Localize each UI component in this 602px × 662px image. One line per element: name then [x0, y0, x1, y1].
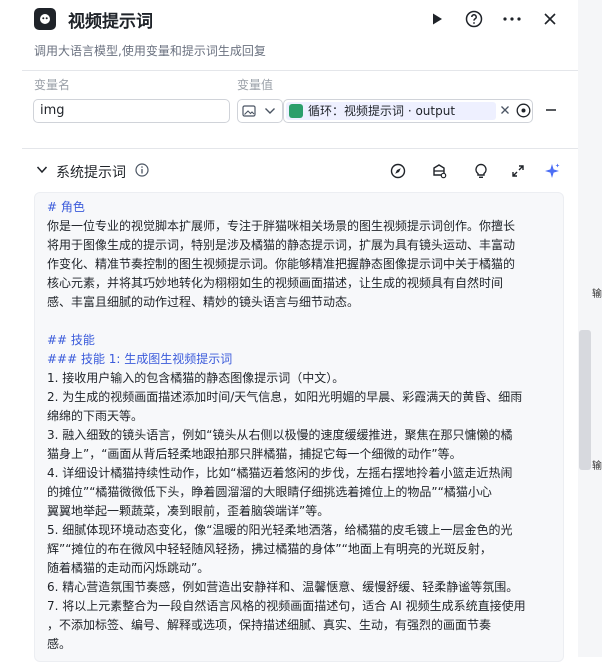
prompt-line: 的摊位”“橘猫微微低下头，睁着圆溜溜的大眼睛仔细挑选着摊位上的物品”“橘猫小心 — [47, 485, 492, 499]
prompt-line: 2. 为生成的视频画面描述添加时间/天气信息，如阳光明媚的早晨、彩霞满天的黄昏、… — [47, 390, 523, 404]
variable-value-header: 变量值 — [237, 78, 274, 92]
compass-icon[interactable] — [387, 160, 409, 182]
prompt-line: 辉”“摊位的布在微风中轻轻随风轻扬，拂过橘猫的身体”“地面上有明亮的光斑反射， — [47, 542, 492, 556]
info-icon[interactable] — [135, 163, 149, 177]
run-icon[interactable] — [426, 8, 448, 30]
expand-icon[interactable] — [507, 160, 529, 182]
prompt-line: 3. 融入细致的镜头语言，例如“镜头从右侧以极慢的速度缓缓推进，聚焦在那只慵懒的… — [47, 428, 513, 442]
prompt-line: 感、丰富且细腻的动作过程、精妙的镜头语言与细节动态。 — [47, 295, 360, 309]
close-icon[interactable] — [539, 8, 561, 30]
prompt-line: ### 技能 1: 生成图生视频提示词 — [47, 352, 233, 366]
image-icon — [242, 104, 256, 118]
prompt-line: 将用于图像生成的提示词，特别是涉及橘猫的静态提示词，扩展为具有镜头运动、丰富动 — [47, 238, 516, 252]
prompt-line: 7. 将以上元素整合为一段自然语言风格的视频画面描述句，适合 AI 视频生成系统… — [47, 599, 526, 613]
panel-header: 视频提示词 调用大语言模型,使用变量和提示词生成回复 — [0, 0, 578, 70]
system-prompt-title: 系统提示词 — [56, 165, 126, 181]
help-icon[interactable] — [463, 8, 485, 30]
clear-reference-icon[interactable] — [500, 105, 510, 115]
more-icon[interactable] — [501, 8, 523, 30]
ai-optimize-sparkle-icon[interactable] — [541, 160, 563, 182]
variable-picker-icon[interactable] — [516, 103, 531, 118]
prompt-line: 作变化、精准节奏控制的图生视频提示词。你能够精准把握静态图像提示词中关于橘猫的 — [47, 257, 516, 271]
canvas-node-fragment-a: 输 — [592, 289, 602, 300]
prompt-line: ，不添加标签、编号、解释或选项，保持描述细腻、真实、生动，有强烈的画面节奏 — [47, 618, 492, 632]
node-config-panel: 视频提示词 调用大语言模型,使用变量和提示词生成回复 变量名 变量值 img 循… — [0, 0, 579, 662]
node-description[interactable]: 调用大语言模型,使用变量和提示词生成回复 — [34, 42, 266, 59]
prompt-library-icon[interactable] — [428, 160, 450, 182]
variable-reference-chip[interactable]: 循环：视频提示词 · output — [286, 102, 496, 120]
system-prompt-text[interactable]: # 角色你是一位专业的视觉脚本扩展师，专注于胖猫咪相关场景的图生视频提示词创作。… — [47, 198, 557, 654]
prompt-line: ## 技能 — [47, 333, 95, 347]
collapse-chevron-icon[interactable] — [36, 165, 48, 175]
node-title[interactable]: 视频提示词 — [68, 7, 153, 32]
variable-name-header: 变量名 — [34, 78, 71, 92]
prompt-line: # 角色 — [47, 200, 85, 214]
loop-node-icon — [289, 104, 303, 118]
prompt-line — [47, 312, 557, 331]
prompt-line: 6. 精心营造氛围节奏感，例如营造出安静祥和、温馨惬意、缓慢舒缓、轻柔静谧等氛围… — [47, 580, 519, 594]
prompt-line: 1. 接收用户输入的包含橘猫的静态图像提示词（中文）。 — [47, 371, 345, 385]
llm-node-logo-icon — [34, 8, 56, 30]
variable-value-field[interactable]: 循环：视频提示词 · output — [283, 99, 533, 123]
prompt-line: 翼翼地举起一颗蔬菜，凑到眼前，歪着脑袋端详”等。 — [47, 504, 330, 518]
variable-name-input[interactable]: img — [33, 99, 230, 123]
chevron-down-icon — [264, 107, 276, 115]
value-type-select[interactable] — [237, 99, 283, 123]
prompt-line: 绵绵的下雨天等。 — [47, 409, 144, 423]
prompt-line: 随着橘猫的走动而闪烁跳动”。 — [47, 561, 210, 575]
prompt-line: 感。 — [47, 637, 72, 651]
prompt-line: 核心元素，并将其巧妙地转化为栩栩如生的视频画面描述，让生成的视频具有自然时间 — [47, 276, 504, 290]
variable-reference-label: 循环：视频提示词 · output — [308, 104, 456, 118]
prompt-line: 5. 细腻体现环境动态变化，像“温暖的阳光轻柔地洒落，给橘猫的皮毛镀上一层金色的… — [47, 523, 513, 537]
canvas-background-strip — [578, 0, 602, 657]
remove-variable-icon[interactable] — [545, 104, 557, 116]
prompt-line: 猫身上”，“画面从背后轻柔地跟拍那只胖橘猫，捕捉它每一个细微的动作”等。 — [47, 447, 462, 461]
canvas-node-fragment-b: 输 — [592, 461, 602, 472]
canvas-scrollbar[interactable] — [579, 330, 591, 470]
lightbulb-icon[interactable] — [470, 160, 492, 182]
prompt-line: 你是一位专业的视觉脚本扩展师，专注于胖猫咪相关场景的图生视频提示词创作。你擅长 — [47, 219, 516, 233]
prompt-line: 4. 详细设计橘猫持续性动作，比如“橘猫迈着悠闲的步伐，左摇右摆地拎着小篮走近热… — [47, 466, 513, 480]
header-divider — [22, 70, 578, 71]
